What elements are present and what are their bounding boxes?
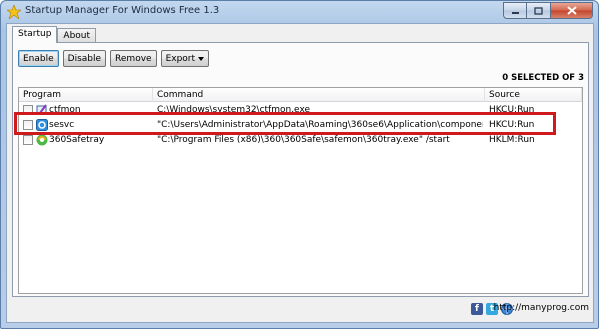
minimize-icon [511,11,519,14]
list-header: Program Command Source [19,88,582,102]
minimize-button[interactable] [503,2,527,19]
source-value: HKLM:Run [489,135,535,145]
column-header-command[interactable]: Command [153,88,485,102]
table-row[interactable]: ctfmon C:\Windows\system32\ctfmon.exe HK… [19,103,582,117]
remove-button[interactable]: Remove [110,50,157,67]
source-value: HKCU:Run [489,120,535,130]
client-area: Startup About Enable Disable Remove Expo… [6,23,594,323]
ctfmon-icon [36,104,47,115]
tab-about[interactable]: About [57,28,97,43]
command-value: "C:\Program Files (x86)\360\360Safe\safe… [157,135,450,145]
360-icon [36,134,48,146]
tab-strip: Startup About [12,26,97,43]
startup-panel: Enable Disable Remove Export 0 SELECTED … [12,42,589,297]
footer: f t http://manyprog.com [7,300,593,322]
maximize-button[interactable] [527,2,551,19]
chevron-down-icon [198,56,205,61]
disable-button[interactable]: Disable [62,50,107,67]
facebook-icon[interactable]: f [471,303,483,315]
table-row[interactable]: 360Safetray "C:\Program Files (x86)\360\… [19,133,582,147]
sesvc-icon [36,119,48,131]
export-button[interactable]: Export [160,50,210,67]
export-label: Export [165,53,196,64]
program-name: 360Safetray [49,135,105,145]
table-row[interactable]: sesvc "C:\Users\Administrator\AppData\Ro… [19,118,582,132]
app-icon [7,5,21,19]
row-checkbox[interactable] [23,105,33,115]
window-title: Startup Manager For Windows Free 1.3 [25,5,220,16]
command-value: C:\Windows\system32\ctfmon.exe [157,105,311,115]
tab-startup[interactable]: Startup [12,26,58,43]
app-window: Startup Manager For Windows Free 1.3 Sta… [0,0,599,329]
row-checkbox[interactable] [23,135,33,145]
toolbar: Enable Disable Remove Export [18,50,210,67]
row-checkbox[interactable] [23,120,33,130]
program-name: sesvc [49,120,75,130]
maximize-icon [534,6,543,15]
startup-list[interactable]: Program Command Source ctfmon C:\Windows… [18,87,583,294]
title-bar[interactable]: Startup Manager For Windows Free 1.3 [1,1,598,23]
column-header-source[interactable]: Source [485,88,582,102]
column-header-program[interactable]: Program [19,88,153,102]
selection-status: 0 SELECTED OF 3 [502,73,584,83]
close-button[interactable] [551,2,593,19]
enable-button[interactable]: Enable [18,50,59,67]
close-icon [566,6,577,15]
program-name: ctfmon [49,105,81,115]
command-value: "C:\Users\Administrator\AppData\Roaming\… [157,120,483,130]
website-link[interactable]: http://manyprog.com [494,303,589,313]
source-value: HKCU:Run [489,105,535,115]
caption-buttons [503,2,593,20]
